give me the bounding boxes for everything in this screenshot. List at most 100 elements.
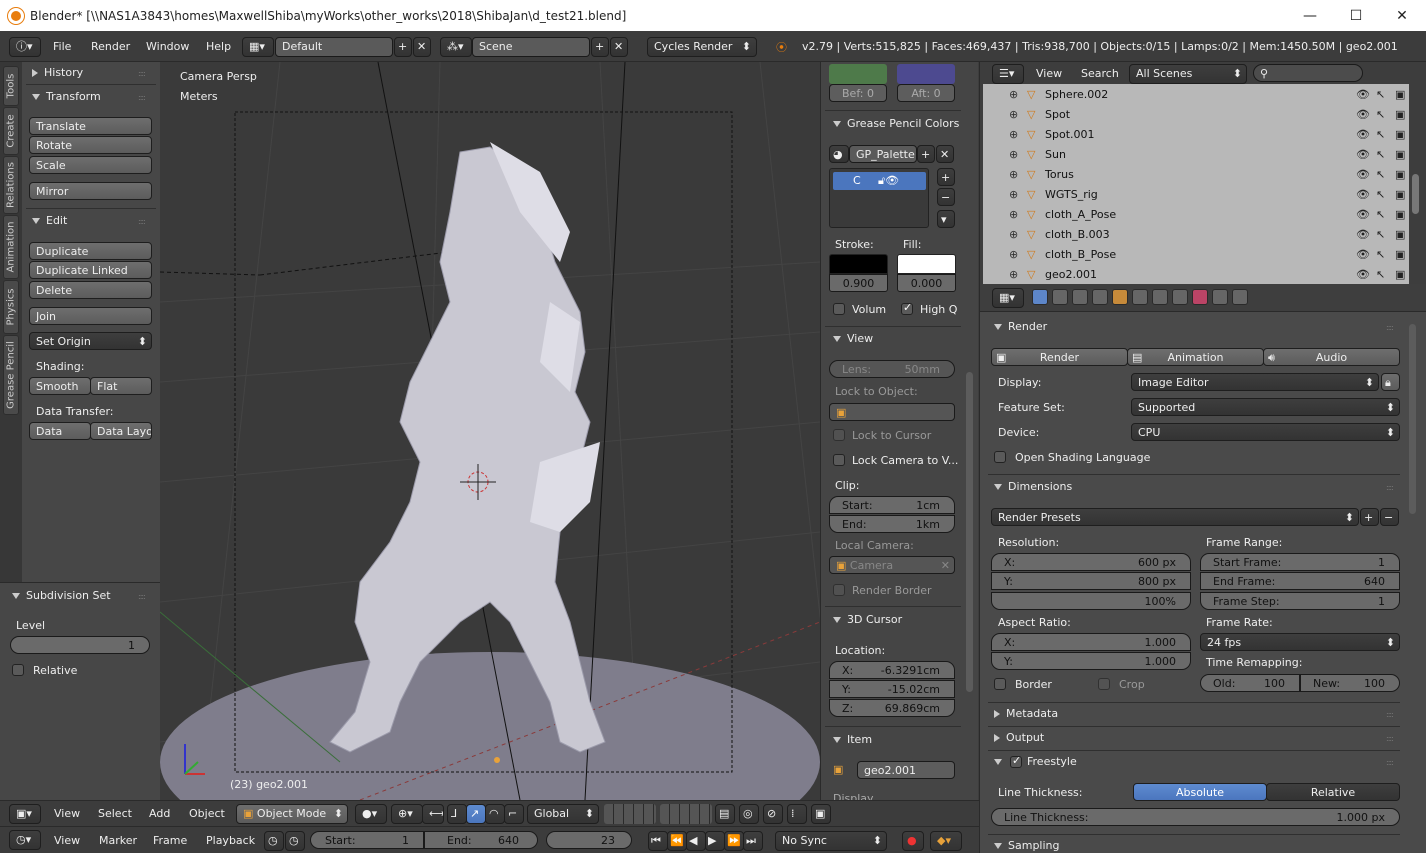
outliner-row-name[interactable]: cloth_A_Pose bbox=[1045, 208, 1116, 221]
render-border-checkbox[interactable] bbox=[833, 584, 845, 596]
render-camera-icon[interactable]: ▣ bbox=[1395, 208, 1405, 221]
expand-icon[interactable]: ⊕ bbox=[1009, 148, 1018, 161]
border-checkbox[interactable] bbox=[994, 678, 1006, 690]
render-camera-icon[interactable]: ▣ bbox=[1395, 108, 1405, 121]
animation-button[interactable]: ▤ Animation bbox=[1127, 348, 1264, 366]
clear-icon[interactable]: ✕ bbox=[941, 559, 950, 572]
rotate-manipulator-icon[interactable]: ◠ bbox=[485, 804, 505, 824]
drag-grip-icon[interactable]: :::: bbox=[138, 217, 146, 226]
visibility-icon[interactable]: 👁︎ bbox=[1356, 148, 1370, 161]
visibility-icon[interactable]: 👁︎ bbox=[1356, 268, 1370, 281]
drag-grip-icon[interactable]: :::: bbox=[1386, 483, 1394, 492]
expand-icon[interactable]: ⊕ bbox=[1009, 88, 1018, 101]
constraints-tab-icon[interactable] bbox=[1132, 289, 1148, 305]
delete-button[interactable]: Delete bbox=[29, 281, 152, 299]
outliner-row-name[interactable]: Spot.001 bbox=[1045, 128, 1095, 141]
outliner-row-name[interactable]: cloth_B.003 bbox=[1045, 228, 1110, 241]
line-thickness-field[interactable]: Line Thickness: 1.000 px bbox=[991, 808, 1400, 826]
aft-field[interactable]: Aft: 0 bbox=[897, 84, 955, 102]
select-arrow-icon[interactable]: ↖ bbox=[1376, 208, 1385, 221]
material-tab-icon[interactable] bbox=[1192, 289, 1208, 305]
transform-header[interactable]: Transform bbox=[32, 90, 101, 103]
gp-color-list[interactable]: C 🔓︎👁︎ bbox=[829, 168, 929, 228]
timeline-view-menu[interactable]: View bbox=[54, 834, 80, 847]
end-frame-field[interactable]: End Frame: 640 bbox=[1200, 572, 1400, 590]
select-arrow-icon[interactable]: ↖ bbox=[1376, 168, 1385, 181]
viewport-3d[interactable]: Camera Persp Meters (23) geo2.001 bbox=[160, 62, 820, 800]
render-camera-icon[interactable]: ▣ bbox=[1395, 148, 1405, 161]
resolution-x-field[interactable]: X: 600 px bbox=[991, 553, 1191, 571]
clip-start-field[interactable]: Start: 1cm bbox=[829, 496, 955, 514]
feature-set-select[interactable]: Supported ⬍ bbox=[1131, 398, 1400, 416]
mirror-button[interactable]: Mirror bbox=[29, 182, 152, 200]
layers-grid-1[interactable] bbox=[604, 804, 656, 824]
aspect-x-field[interactable]: X: 1.000 bbox=[991, 633, 1191, 651]
layers-grid-2[interactable] bbox=[660, 804, 712, 824]
outliner-row[interactable]: ⊕ ▽ Sphere.002 👁︎ ↖ ▣ bbox=[985, 85, 1409, 105]
remove-color-icon[interactable]: − bbox=[937, 188, 955, 206]
layers-tab-icon[interactable] bbox=[1052, 289, 1068, 305]
clock-icon[interactable]: ◷ bbox=[264, 831, 284, 851]
relative-checkbox[interactable] bbox=[12, 664, 24, 676]
rotate-button[interactable]: Rotate bbox=[29, 136, 152, 154]
object-tab-icon[interactable] bbox=[1112, 289, 1128, 305]
cursor-z-field[interactable]: Z: 69.869cm bbox=[829, 699, 955, 717]
view3d-select-menu[interactable]: Select bbox=[98, 807, 132, 820]
outliner-row[interactable]: ⊕ ▽ geo2.001 👁︎ ↖ ▣ bbox=[985, 265, 1409, 285]
scale-manipulator-icon[interactable]: ⌐ bbox=[504, 804, 524, 824]
tab-physics[interactable]: Physics bbox=[3, 280, 19, 334]
freestyle-checkbox[interactable] bbox=[1010, 754, 1022, 768]
outliner-scrollbar[interactable] bbox=[1412, 174, 1419, 214]
visibility-icon[interactable]: 👁︎ bbox=[1356, 248, 1370, 261]
outliner-view-menu[interactable]: View bbox=[1036, 67, 1062, 80]
menu-window[interactable]: Window bbox=[146, 40, 189, 53]
add-preset-icon[interactable]: + bbox=[1360, 508, 1379, 526]
maximize-button[interactable]: ☐ bbox=[1333, 0, 1379, 31]
physics-tab-icon[interactable] bbox=[1232, 289, 1248, 305]
select-arrow-icon[interactable]: ↖ bbox=[1376, 108, 1385, 121]
render-camera-icon[interactable]: ▣ bbox=[1395, 128, 1405, 141]
view3d-view-menu[interactable]: View bbox=[54, 807, 80, 820]
select-arrow-icon[interactable]: ↖ bbox=[1376, 128, 1385, 141]
render-camera-icon[interactable]: ▣ bbox=[1395, 248, 1405, 261]
scale-button[interactable]: Scale bbox=[29, 156, 152, 174]
palette-icon[interactable]: ◕ bbox=[829, 145, 849, 163]
jump-end-icon[interactable]: ⏭ bbox=[743, 831, 763, 851]
frame-rate-select[interactable]: 24 fps ⬍ bbox=[1200, 633, 1400, 651]
outliner-editor-type-icon[interactable]: ☰▾ bbox=[992, 64, 1024, 84]
select-arrow-icon[interactable]: ↖ bbox=[1376, 148, 1385, 161]
pivot-point-icon[interactable]: ⊕▾ bbox=[391, 804, 423, 824]
timeline-editor-type-icon[interactable]: ◷▾ bbox=[9, 830, 41, 850]
aft-color-swatch[interactable] bbox=[897, 64, 955, 84]
remove-preset-icon[interactable]: − bbox=[1380, 508, 1399, 526]
render-camera-icon[interactable]: ▣ bbox=[1395, 268, 1405, 281]
add-layout-icon[interactable]: + bbox=[394, 37, 412, 57]
outliner-row[interactable]: ⊕ ▽ cloth_A_Pose 👁︎ ↖ ▣ bbox=[985, 205, 1409, 225]
outliner-row-name[interactable]: WGTS_rig bbox=[1045, 188, 1098, 201]
translate-manipulator-icon[interactable]: ↗ bbox=[466, 804, 486, 824]
drag-grip-icon[interactable]: :::: bbox=[138, 93, 146, 102]
new-field[interactable]: New: 100 bbox=[1300, 674, 1400, 692]
history-header[interactable]: History bbox=[32, 66, 83, 79]
prev-keyframe-icon[interactable]: ⏪ bbox=[667, 831, 687, 851]
visibility-icon[interactable]: 👁︎ bbox=[1356, 128, 1370, 141]
manipulate-center-icon[interactable]: ⟷ bbox=[422, 804, 444, 824]
device-select[interactable]: CPU ⬍ bbox=[1131, 423, 1400, 441]
tab-tools[interactable]: Tools bbox=[3, 66, 19, 106]
expand-icon[interactable]: ⊕ bbox=[1009, 128, 1018, 141]
scene-icon[interactable]: ⁂▾ bbox=[440, 37, 472, 57]
stroke-color-swatch[interactable] bbox=[829, 254, 888, 274]
join-button[interactable]: Join bbox=[29, 307, 152, 325]
cursor-x-field[interactable]: X: -6.3291cm bbox=[829, 661, 955, 679]
metadata-header[interactable]: Metadata bbox=[994, 707, 1058, 720]
proportional-edit-icon[interactable]: ◎ bbox=[739, 804, 759, 824]
scene-name-field[interactable]: Scene bbox=[472, 37, 590, 57]
add-scene-icon[interactable]: + bbox=[591, 37, 609, 57]
frame-step-field[interactable]: Frame Step: 1 bbox=[1200, 592, 1400, 610]
select-arrow-icon[interactable]: ↖ bbox=[1376, 268, 1385, 281]
add-color-icon[interactable]: + bbox=[937, 168, 955, 186]
orientation-select[interactable]: Global ⬍ bbox=[527, 804, 599, 824]
visibility-icon[interactable]: 👁︎ bbox=[1356, 88, 1370, 101]
expand-icon[interactable]: ⊕ bbox=[1009, 228, 1018, 241]
view3d-add-menu[interactable]: Add bbox=[149, 807, 170, 820]
